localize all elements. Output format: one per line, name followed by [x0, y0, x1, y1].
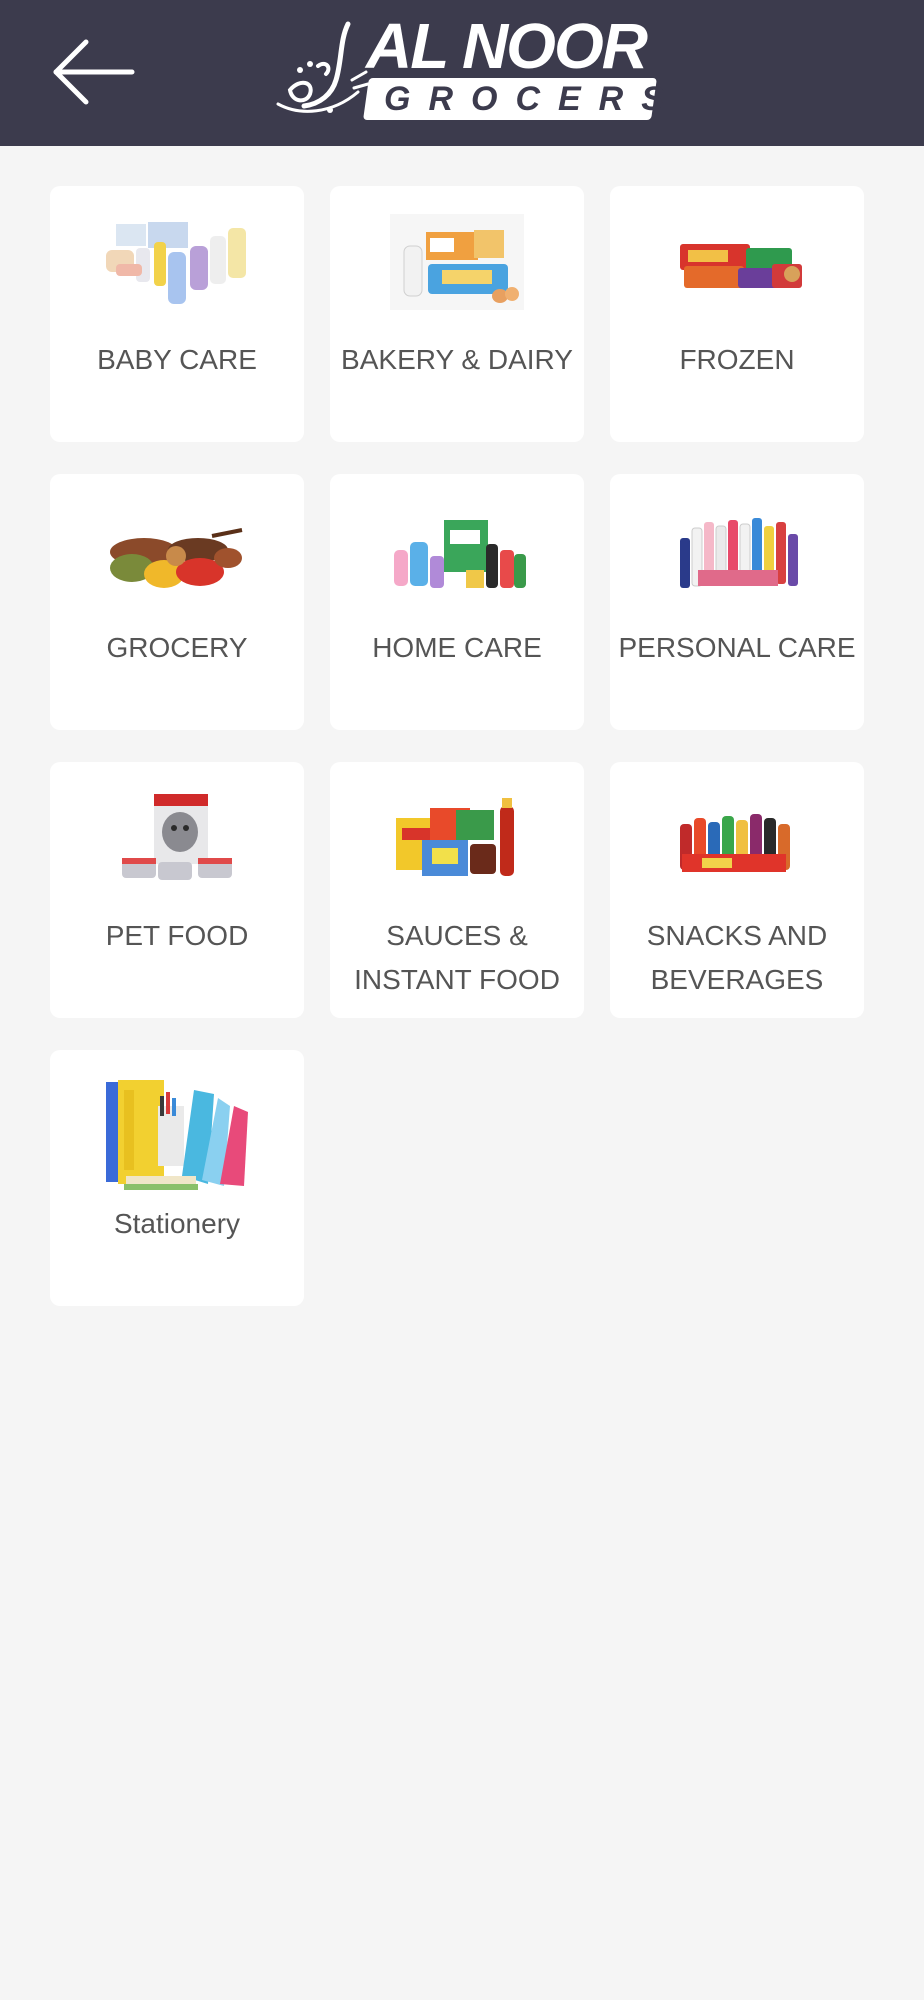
- arrow-left-icon: [53, 39, 135, 105]
- category-label: HOME CARE: [372, 632, 542, 663]
- baby-care-products-image: [106, 222, 246, 304]
- category-label: BABY CARE: [97, 344, 257, 375]
- category-card-personal-care[interactable]: PERSONAL CARE: [610, 474, 864, 730]
- back-button[interactable]: [46, 32, 142, 112]
- category-card-grocery[interactable]: GROCERY: [50, 474, 304, 730]
- category-label: SNACKS AND BEVERAGES: [646, 920, 828, 995]
- category-card-snacks-beverages[interactable]: SNACKS AND BEVERAGES: [610, 762, 864, 1018]
- stationery-image: [102, 1076, 252, 1196]
- store-logo: AL NOOR GROCERS: [270, 10, 682, 126]
- category-label: PET FOOD: [105, 920, 249, 951]
- logo-subtitle: GROCERS: [384, 80, 682, 118]
- grocery-spices-image: [110, 528, 243, 588]
- category-card-home-care[interactable]: HOME CARE: [330, 474, 584, 730]
- pet-food-image: [122, 794, 232, 880]
- snacks-beverages-image: [680, 814, 790, 872]
- app-header: AL NOOR GROCERS: [0, 0, 924, 146]
- category-label: BAKERY & DAIRY: [341, 344, 573, 375]
- category-card-bakery-dairy[interactable]: BAKERY & DAIRY: [330, 186, 584, 442]
- category-label: Stationery: [113, 1208, 241, 1239]
- category-label: SAUCES & INSTANT FOOD: [354, 920, 560, 995]
- category-card-pet-food[interactable]: PET FOOD: [50, 762, 304, 1018]
- bakery-dairy-products-image: [390, 214, 524, 310]
- category-label: PERSONAL CARE: [618, 632, 856, 663]
- category-card-stationery[interactable]: Stationery: [50, 1050, 304, 1306]
- category-label: FROZEN: [679, 344, 795, 375]
- category-card-sauces-instant-food[interactable]: SAUCES & INSTANT FOOD: [330, 762, 584, 1018]
- home-care-products-image: [394, 520, 526, 588]
- category-label: GROCERY: [106, 632, 248, 663]
- arabic-calligraphy-logo: [276, 21, 370, 113]
- sauces-instant-food-image: [396, 798, 514, 876]
- frozen-products-image: [680, 244, 802, 288]
- personal-care-products-image: [680, 518, 798, 588]
- logo-title: AL NOOR: [366, 10, 648, 82]
- category-card-frozen[interactable]: FROZEN: [610, 186, 864, 442]
- category-card-baby-care[interactable]: BABY CARE: [50, 186, 304, 442]
